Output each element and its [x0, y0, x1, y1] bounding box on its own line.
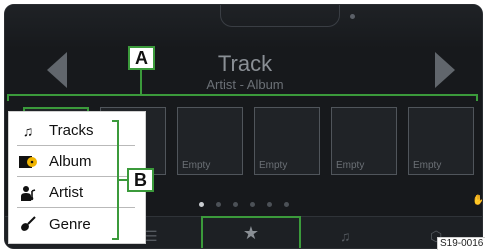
status-dot — [350, 14, 355, 19]
page-dot — [216, 202, 221, 207]
star-icon: ★ — [242, 223, 260, 243]
track-title: Track — [217, 51, 273, 76]
artist-icon — [17, 185, 39, 201]
album-icon — [17, 155, 39, 169]
page-dot — [250, 202, 255, 207]
top-notch — [220, 5, 340, 27]
category-menu: ♫ Tracks Album Artist Genre — [8, 111, 146, 244]
favorite-tile[interactable]: Empty — [408, 107, 474, 175]
page-dot — [267, 202, 272, 207]
favorite-tile[interactable]: Empty — [331, 107, 397, 175]
callout-a: A — [128, 46, 155, 70]
figure-code: S19-0016 — [437, 237, 485, 250]
menu-item-label: Genre — [49, 215, 91, 233]
menu-item-label: Album — [49, 153, 92, 170]
callout-a-stem — [140, 70, 142, 94]
tile-label: Empty — [182, 160, 211, 171]
music-icon[interactable]: ♫ — [340, 228, 351, 244]
favorite-tile[interactable]: Empty — [177, 107, 243, 175]
callout-b: B — [127, 168, 154, 192]
tile-label: Empty — [336, 160, 365, 171]
favorite-tile[interactable]: Empty — [254, 107, 320, 175]
page-dot — [199, 202, 204, 207]
tile-label: Empty — [259, 160, 288, 171]
callout-b-bracket — [112, 120, 119, 240]
menu-item-label: Tracks — [49, 122, 94, 139]
page-dot — [284, 202, 289, 207]
next-arrow-icon[interactable] — [435, 52, 455, 88]
previous-arrow-icon[interactable] — [47, 52, 67, 88]
callout-a-bracket — [7, 94, 478, 101]
list-icon[interactable]: ☰ — [145, 228, 158, 245]
guitar-icon — [17, 216, 39, 232]
artist-album-label: Artist - Album — [206, 77, 284, 92]
page-dot — [233, 202, 238, 207]
music-note-icon: ♫ — [22, 122, 34, 139]
menu-item-label: Artist — [49, 184, 84, 201]
figure: Track Artist - Album Empty Empty Empty E… — [0, 0, 485, 250]
tab-favorites[interactable]: ★ — [201, 216, 301, 248]
touch-icon[interactable]: ✋ — [472, 195, 482, 206]
tile-label: Empty — [413, 160, 442, 171]
